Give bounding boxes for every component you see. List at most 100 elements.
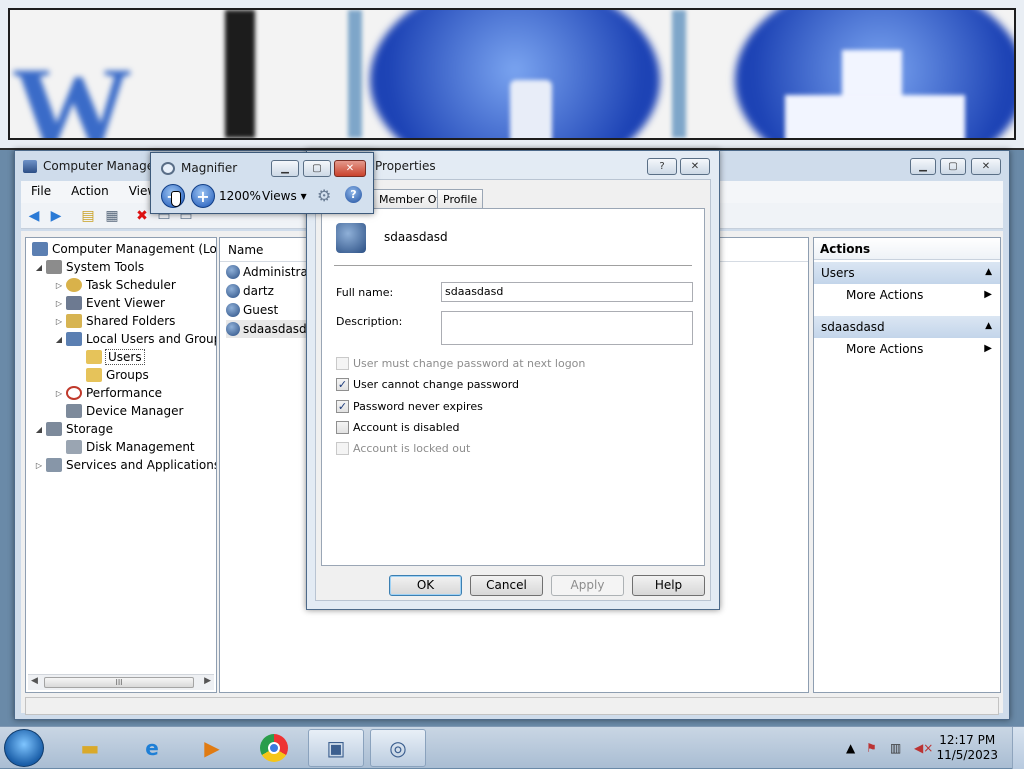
tree-item-performance[interactable]: ▷ Performance <box>54 384 162 402</box>
event-viewer-icon <box>66 296 82 310</box>
expand-open-icon[interactable]: ◢ <box>34 263 44 272</box>
actions-section-user[interactable]: sdaasdasd ▲ <box>814 316 1000 338</box>
actions-pane: Actions Users ▲ More Actions ▶ sdaasdasd ▲ … <box>813 237 1001 693</box>
expand-closed-icon[interactable]: ▷ <box>34 461 44 470</box>
tree-item-event-viewer[interactable]: ▷ Event Viewer <box>54 294 165 312</box>
apply-button[interactable]: Apply <box>551 575 624 596</box>
tree-label: Shared Folders <box>86 314 176 328</box>
computer-management-taskbar-icon[interactable]: ▣ <box>308 729 364 767</box>
explorer-taskbar-icon[interactable]: ▬ <box>62 729 118 767</box>
tab-member-of[interactable]: Member Of <box>373 189 447 209</box>
expand-closed-icon[interactable]: ▷ <box>54 281 64 290</box>
mag-close-button[interactable]: ✕ <box>334 160 366 177</box>
tab-profile[interactable]: Profile <box>437 189 484 209</box>
tree-item-system-tools[interactable]: ◢ System Tools <box>34 258 144 276</box>
list-item[interactable]: dartz <box>226 282 274 300</box>
show-desktop-button[interactable] <box>1012 727 1024 769</box>
full-name-field[interactable]: sdaasdasd <box>441 282 693 302</box>
delete-icon[interactable]: ✖ <box>133 207 151 225</box>
actions-section-users[interactable]: Users ▲ <box>814 262 1000 284</box>
expand-open-icon[interactable]: ◢ <box>34 425 44 434</box>
chrome-taskbar-icon[interactable] <box>246 729 302 767</box>
action-center-icon[interactable]: ⚑ <box>866 741 877 755</box>
help-title-button[interactable]: ? <box>647 158 677 175</box>
cannot-change-password-checkbox[interactable]: ✓ User cannot change password <box>336 378 519 391</box>
checkbox-box <box>336 421 349 434</box>
expand-closed-icon[interactable]: ▷ <box>54 389 64 398</box>
tree-item-shared-folders[interactable]: ▷ Shared Folders <box>54 312 175 330</box>
magnifier-taskbar-icon[interactable]: ◎ <box>370 729 426 767</box>
lens-frame: W <box>8 8 1016 140</box>
help-icon[interactable]: ? <box>345 186 362 203</box>
collapse-up-icon[interactable]: ▲ <box>985 321 992 331</box>
description-field[interactable] <box>441 311 693 345</box>
computer-management-icon <box>23 160 37 173</box>
views-dropdown[interactable]: Views ▾ <box>262 189 307 203</box>
account-disabled-checkbox[interactable]: Account is disabled <box>336 421 460 434</box>
minimize-button[interactable]: ▁ <box>910 158 936 175</box>
show-hide-tree-icon[interactable]: ▦ <box>103 207 121 225</box>
forward-arrow-icon[interactable]: ▶ <box>47 207 65 225</box>
network-icon[interactable]: ▥ <box>890 741 901 755</box>
checkbox-label: User must change password at next logon <box>353 357 586 370</box>
volume-muted-icon[interactable]: ◀× <box>914 741 933 755</box>
list-item[interactable]: sdaasdasd <box>226 320 307 338</box>
maximize-button[interactable]: ▢ <box>940 158 966 175</box>
scroll-left-icon[interactable]: ◀ <box>31 676 38 686</box>
start-button[interactable] <box>4 729 44 767</box>
tree-label: Disk Management <box>86 440 195 454</box>
expand-open-icon[interactable]: ◢ <box>54 335 64 344</box>
gear-icon[interactable]: ⚙ <box>317 186 331 205</box>
menu-file[interactable]: File <box>21 181 61 203</box>
user-icon <box>226 322 240 336</box>
more-actions-users[interactable]: More Actions ▶ <box>846 288 994 306</box>
media-player-taskbar-icon[interactable]: ▶ <box>184 729 240 767</box>
tree-item-device-manager[interactable]: Device Manager <box>54 402 183 420</box>
back-arrow-icon[interactable]: ◀ <box>25 207 43 225</box>
tree-item-users[interactable]: Users <box>74 348 145 366</box>
close-button[interactable]: ✕ <box>971 158 1001 175</box>
checkmark-icon: ✓ <box>336 400 349 413</box>
list-item[interactable]: Guest <box>226 301 278 319</box>
checkbox-box <box>336 357 349 370</box>
folder-icon <box>86 350 102 364</box>
scroll-thumb[interactable]: III <box>44 677 194 688</box>
description-label: Description: <box>336 315 403 328</box>
tree-item-storage[interactable]: ◢ Storage <box>34 420 113 438</box>
must-change-password-checkbox[interactable]: User must change password at next logon <box>336 357 585 370</box>
menu-action[interactable]: Action <box>61 181 119 203</box>
zoomed-w-glyph: W <box>12 42 132 140</box>
column-name-header[interactable]: Name <box>228 243 263 257</box>
tree-item-disk-management[interactable]: Disk Management <box>54 438 195 456</box>
tree-horizontal-scrollbar[interactable]: ◀ III ▶ <box>28 674 214 690</box>
tree-item-services-applications[interactable]: ▷ Services and Applications <box>34 456 216 474</box>
scroll-right-icon[interactable]: ▶ <box>204 676 211 686</box>
section-title: sdaasdasd <box>821 320 885 334</box>
more-actions-user[interactable]: More Actions ▶ <box>846 342 994 360</box>
zoom-in-button[interactable]: + <box>191 184 215 208</box>
collapse-up-icon[interactable]: ▲ <box>985 267 992 277</box>
tree-item-task-scheduler[interactable]: ▷ Task Scheduler <box>54 276 176 294</box>
mag-minimize-button[interactable]: ▁ <box>271 160 299 177</box>
tree-label: Local Users and Groups <box>86 332 217 346</box>
tree-item-groups[interactable]: Groups <box>74 366 149 384</box>
dialog-close-button[interactable]: ✕ <box>680 158 710 175</box>
up-folder-icon[interactable]: ▤ <box>79 207 97 225</box>
expand-closed-icon[interactable]: ▷ <box>54 317 64 326</box>
tree-label: Storage <box>66 422 113 436</box>
clock[interactable]: 12:17 PM 11/5/2023 <box>936 733 998 763</box>
ok-button[interactable]: OK <box>389 575 462 596</box>
password-never-expires-checkbox[interactable]: ✓ Password never expires <box>336 400 483 413</box>
internet-explorer-taskbar-icon[interactable]: e <box>124 729 180 767</box>
zoom-level: 1200% <box>219 189 261 203</box>
tree-item-local-users-groups[interactable]: ◢ Local Users and Groups <box>54 330 217 348</box>
show-hidden-icons-icon[interactable]: ▲ <box>846 741 855 755</box>
tree-item-computer-management[interactable]: Computer Management (Local <box>30 240 216 258</box>
help-icon: ? <box>659 161 665 172</box>
expand-closed-icon[interactable]: ▷ <box>54 299 64 308</box>
cancel-button[interactable]: Cancel <box>470 575 543 596</box>
help-button[interactable]: Help <box>632 575 705 596</box>
mag-maximize-button[interactable]: ▢ <box>303 160 331 177</box>
account-locked-out-checkbox[interactable]: Account is locked out <box>336 442 470 455</box>
folder-icon <box>86 368 102 382</box>
